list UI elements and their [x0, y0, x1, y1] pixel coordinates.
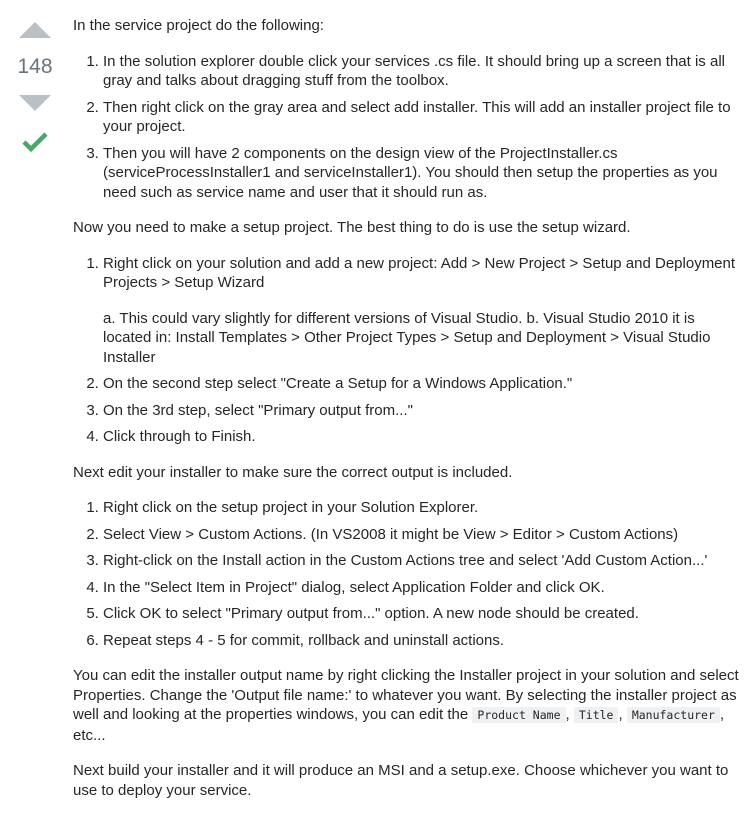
list-item: Then right click on the gray area and se…: [103, 98, 743, 137]
paragraph-setup-project: Now you need to make a setup project. Th…: [73, 219, 631, 236]
downvote-arrow-icon[interactable]: [19, 95, 51, 111]
inline-code-title: Title: [573, 707, 619, 723]
paragraph-intro: In the service project do the following:: [73, 17, 324, 34]
upvote-arrow-icon[interactable]: [19, 22, 51, 38]
answer-post: 148 In the service project do the follow…: [0, 0, 748, 799]
separator: ,: [618, 706, 627, 723]
service-steps-list: In the solution explorer double click yo…: [73, 52, 743, 203]
list-item: On the 3rd step, select "Primary output …: [103, 401, 743, 421]
list-item: Then you will have 2 components on the d…: [103, 144, 743, 203]
list-item: On the second step select "Create a Setu…: [103, 374, 743, 394]
list-item: Right click on the setup project in your…: [103, 498, 743, 518]
list-item: In the "Select Item in Project" dialog, …: [103, 578, 743, 598]
list-item: In the solution explorer double click yo…: [103, 52, 743, 91]
paragraph-build: Next build your installer and it will pr…: [73, 762, 729, 799]
paragraph-output-name: You can edit the installer output name b…: [73, 666, 743, 745]
list-item-note: a. This could vary slightly for differen…: [103, 309, 711, 366]
list-item: Right click on your solution and add a n…: [103, 254, 743, 368]
list-item: Click OK to select "Primary output from.…: [103, 604, 743, 624]
paragraph-edit-installer: Next edit your installer to make sure th…: [73, 463, 513, 481]
setup-wizard-steps-list: Right click on your solution and add a n…: [73, 254, 743, 447]
list-item: Select View > Custom Actions. (In VS2008…: [103, 525, 743, 545]
list-item: Click through to Finish.: [103, 427, 743, 447]
inline-code-manufacturer: Manufacturer: [626, 707, 720, 723]
list-item: Right-click on the Install action in the…: [103, 551, 743, 571]
list-item: Repeat steps 4 - 5 for commit, rollback …: [103, 631, 743, 651]
inline-code-product-name: Product Name: [472, 707, 566, 723]
separator: ,: [565, 706, 574, 723]
vote-count: 148: [17, 55, 53, 78]
custom-actions-steps-list: Right click on the setup project in your…: [73, 498, 743, 650]
accepted-checkmark-icon: [22, 132, 48, 153]
list-item-text: Right click on your solution and add a n…: [103, 254, 736, 292]
post-body: In the service project do the following:…: [73, 16, 743, 816]
